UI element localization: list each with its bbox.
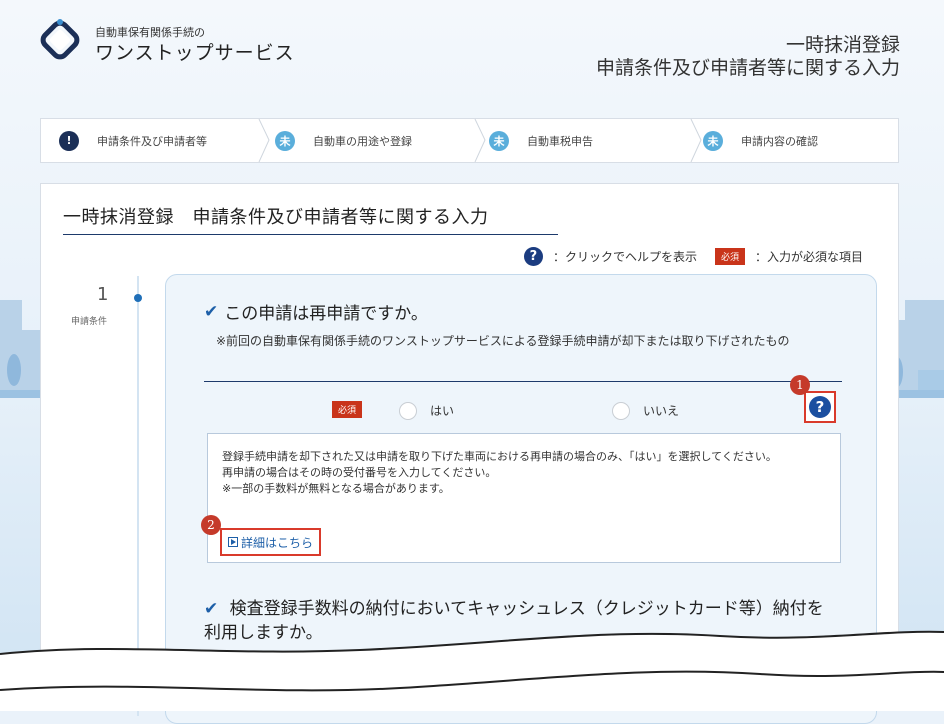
question-note: ※前回の自動車保有関係手続のワンストップサービスによる登録手続申請が却下または取…	[204, 334, 790, 348]
section-number: 1	[97, 284, 109, 305]
section-label: 申請条件	[71, 317, 108, 327]
radio-no[interactable]	[612, 402, 630, 420]
site-header: 自動車保有関係手続の ワンストップサービス 一時抹消登録 申請条件及び申請者等に…	[0, 0, 944, 100]
step-confirmation: 未 申請内容の確認	[703, 119, 818, 162]
help-line: 登録手続申請を却下された又は申請を取り下げた車両における再申請の場合のみ、「はい…	[222, 450, 777, 463]
step-vehicle-usage: 未 自動車の用途や登録	[275, 119, 412, 162]
step-label: 自動車の用途や登録	[313, 134, 412, 148]
step-separator-icon	[258, 119, 270, 162]
step-separator-icon	[690, 119, 702, 162]
title-underline	[63, 234, 558, 235]
step-label: 申請条件及び申請者等	[97, 134, 207, 148]
play-icon	[228, 537, 238, 547]
step-label: 自動車税申告	[527, 134, 593, 148]
help-line: 再申請の場合はその時の受付番号を入力してください。	[222, 466, 497, 479]
help-text: 登録手続申請を却下された又は申請を取り下げた車両における再申請の場合のみ、「はい…	[222, 449, 822, 497]
required-badge: 必須	[332, 401, 363, 418]
step-label: 申請内容の確認	[741, 134, 818, 148]
step-separator-icon	[474, 119, 486, 162]
alert-step-icon: !	[59, 130, 79, 151]
help-icon: ?	[523, 247, 543, 266]
radio-no-label[interactable]: いいえ	[643, 402, 679, 419]
details-link-label: 詳細はこちら	[241, 535, 314, 550]
callout-marker-1: 1	[790, 375, 810, 395]
help-line: ※一部の手数料が無料となる場合があります。	[222, 482, 450, 495]
help-button[interactable]: ?	[804, 391, 836, 423]
radio-yes[interactable]	[399, 402, 417, 420]
incomplete-step-icon: 未	[275, 130, 295, 151]
page-title-sub: 申請条件及び申請者等に関する入力	[595, 57, 900, 79]
incomplete-step-icon: 未	[703, 130, 723, 151]
required-badge: 必須	[714, 248, 745, 265]
callout-marker-2: 2	[201, 515, 221, 535]
check-icon: ✔	[204, 301, 219, 322]
torn-edge-decoration	[0, 630, 944, 711]
help-tooltip: 登録手続申請を却下された又は申請を取り下げた車両における再申請の場合のみ、「はい…	[207, 433, 841, 563]
legend-help-text: ：クリックでヘルプを表示	[552, 250, 697, 264]
step-application-conditions: ! 申請条件及び申請者等	[59, 119, 207, 162]
question-title: この申請は再申請ですか。	[224, 304, 428, 324]
progress-steps: ! 申請条件及び申請者等 未 自動車の用途や登録 未 自動車税申告 未 申請内容…	[40, 118, 899, 163]
question-help-icon: ?	[809, 396, 831, 418]
step-vehicle-tax: 未 自動車税申告	[489, 119, 593, 162]
question-reapplication: ✔ この申請は再申請ですか。	[204, 299, 428, 325]
radio-yes-label[interactable]: はい	[430, 402, 454, 419]
legend-required-text: ：入力が必須な項目	[754, 250, 863, 264]
legend: ? ：クリックでヘルプを表示 必須 ：入力が必須な項目	[523, 247, 863, 266]
service-logo-icon[interactable]	[38, 18, 82, 62]
details-link[interactable]: 詳細はこちら	[220, 528, 322, 556]
brand-name: ワンストップサービス	[95, 42, 295, 64]
question-underline	[204, 381, 842, 382]
panel-title: 一時抹消登録 申請条件及び申請者等に関する入力	[63, 207, 489, 228]
incomplete-step-icon: 未	[489, 130, 509, 151]
timeline-dot	[134, 294, 142, 302]
